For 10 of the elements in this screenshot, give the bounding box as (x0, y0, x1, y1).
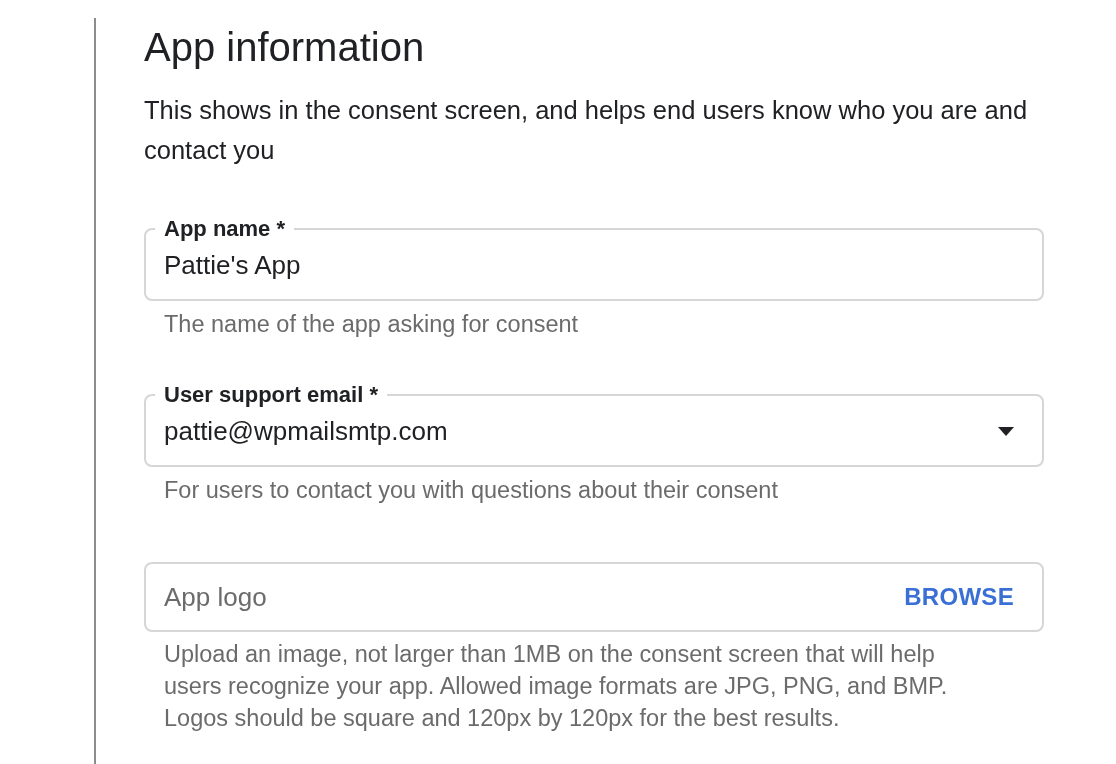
helper-text: For users to contact you with questions about their consent (164, 476, 778, 504)
helper-text: Upload an image, not larger than 1MB on the consent screen that will help users recognize your app. Allowed image formats are JPG, PNG, and BMP. Logos should be square and 120px by 120px for the best results. (164, 640, 949, 733)
file-field[interactable]: App logo BROWSE (144, 562, 1044, 632)
description-text: This shows in the consent screen, and helps end users know who you are and contact you (144, 95, 1029, 166)
field-label: App name * (163, 216, 287, 242)
field-label: User support email * (163, 382, 379, 408)
caret-down-icon (998, 426, 1014, 436)
browse-button[interactable]: BROWSE (896, 579, 1022, 615)
section-heading: App information (144, 24, 425, 70)
helper-text: The name of the app asking for consent (164, 310, 579, 338)
